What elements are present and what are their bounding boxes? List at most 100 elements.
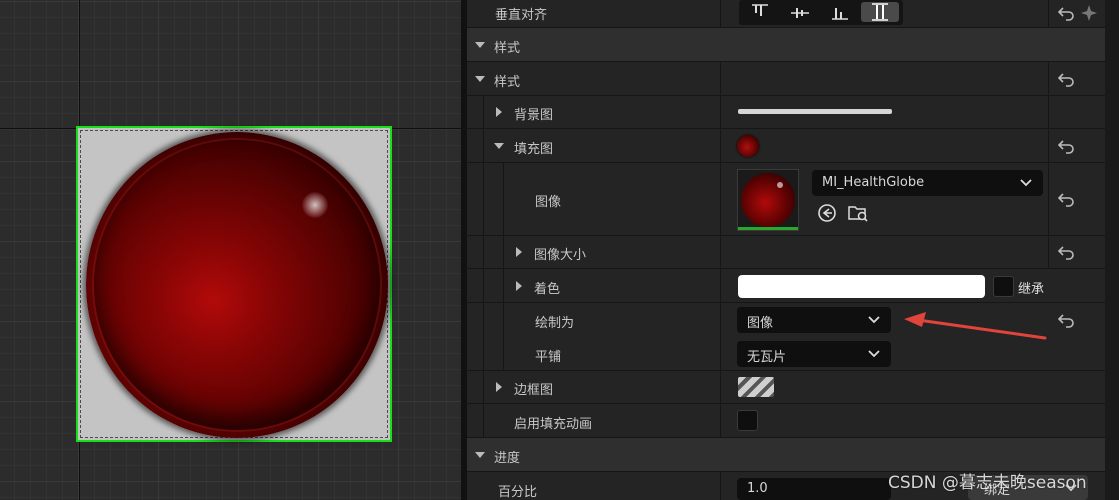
asset-type-color-bar (738, 227, 798, 230)
reset-to-default-icon[interactable] (1058, 71, 1076, 87)
reset-to-default-icon[interactable] (1058, 244, 1076, 260)
row-name-cell: 图像 (467, 163, 721, 235)
vertical-align-button-group (739, 0, 903, 25)
tiling-value: 无瓦片 (747, 350, 787, 365)
category-style-header[interactable]: 样式 (467, 28, 1105, 62)
fill-image-thumbnail[interactable] (737, 135, 759, 157)
progress-category-label: 进度 (494, 451, 521, 466)
selected-progress-widget[interactable] (76, 126, 392, 442)
tint-color-swatch[interactable] (738, 275, 985, 298)
watermark-text: CSDN @暮志未晚season (888, 473, 1087, 493)
row-name-cell[interactable]: 背景图 (467, 96, 721, 128)
row-name-cell: 百分比 (467, 472, 721, 500)
indent-guide (503, 236, 504, 268)
thumbnail-globe (741, 173, 795, 227)
image-asset-thumbnail[interactable] (737, 169, 799, 231)
browse-asset-icon[interactable] (847, 202, 869, 224)
reset-to-default-icon[interactable] (1058, 138, 1076, 154)
row-name-cell: 平铺 (467, 337, 721, 370)
draw-as-label: 绘制为 (535, 316, 575, 331)
row-style: 样式 (467, 62, 1105, 96)
health-globe-image (86, 132, 388, 438)
reset-to-default-icon[interactable] (1058, 191, 1076, 207)
pin-property-icon[interactable] (1079, 3, 1099, 23)
indent-guide (483, 163, 484, 235)
category-progress-header[interactable]: 进度 (467, 438, 1105, 472)
expand-arrow-icon[interactable] (496, 382, 502, 392)
indent-guide (483, 337, 484, 370)
align-bottom-button[interactable] (821, 2, 859, 22)
indent-guide (503, 337, 504, 370)
enable-fill-animation-label: 启用填充动画 (514, 417, 593, 432)
row-value-cell: MI_HealthGlobe (722, 163, 1049, 235)
row-value-cell (722, 96, 1049, 128)
expand-arrow-icon[interactable] (494, 143, 504, 149)
indent-guide (483, 96, 484, 128)
indent-guide (483, 269, 484, 302)
align-fill-button[interactable] (861, 2, 899, 22)
fill-image-label: 填充图 (514, 142, 554, 157)
draw-as-value: 图像 (747, 316, 774, 331)
align-fill-icon (872, 3, 888, 21)
row-name-cell[interactable]: 边框图 (467, 371, 721, 403)
chevron-down-icon (868, 350, 880, 358)
align-top-button[interactable] (741, 2, 779, 22)
draw-as-dropdown[interactable]: 图像 (737, 307, 891, 333)
row-enable-fill-animation: 启用填充动画 (467, 404, 1105, 438)
background-image-preview[interactable] (738, 109, 892, 114)
border-image-label: 边框图 (514, 383, 554, 398)
indent-guide (483, 236, 484, 268)
row-fill-image: 填充图 (467, 129, 1105, 163)
expand-arrow-icon[interactable] (516, 281, 522, 291)
row-reset-cell (1049, 236, 1105, 268)
designer-viewport[interactable] (0, 0, 461, 500)
row-reset-cell (1049, 0, 1105, 27)
row-value-cell (722, 129, 1049, 162)
align-center-icon (791, 8, 809, 18)
row-reset-cell (1049, 62, 1105, 95)
row-name-cell[interactable]: 填充图 (467, 129, 721, 162)
row-background-image: 背景图 (467, 96, 1105, 129)
expand-arrow-icon[interactable] (475, 76, 485, 82)
reset-to-default-icon[interactable] (1058, 312, 1076, 328)
tint-label: 着色 (534, 282, 561, 297)
details-panel: 垂直对齐 样式 样式 背景图 填充图 图像 MI_HealthGlobe 图像大… (467, 0, 1105, 500)
row-reset-cell (1049, 163, 1105, 235)
row-tiling: 平铺 无瓦片 (467, 337, 1105, 371)
background-image-label: 背景图 (514, 108, 554, 123)
row-name-cell: 垂直对齐 (467, 0, 721, 27)
row-vertical-align: 垂直对齐 (467, 0, 1105, 28)
thumbnail-highlight (777, 182, 783, 188)
row-border-image: 边框图 (467, 371, 1105, 404)
indent-guide (503, 303, 504, 337)
chevron-down-icon (868, 316, 880, 324)
expand-arrow-icon[interactable] (516, 247, 522, 257)
percent-input[interactable]: 1.0 (737, 478, 891, 500)
row-image-size: 图像大小 (467, 236, 1105, 269)
expand-arrow-icon (475, 452, 485, 458)
row-value-cell (722, 371, 1105, 403)
image-asset-name: MI_HealthGlobe (822, 175, 925, 190)
indent-guide (483, 404, 484, 437)
row-name-cell[interactable]: 样式 (467, 62, 721, 95)
indent-guide (483, 371, 484, 403)
row-name-cell[interactable]: 着色 (467, 269, 721, 302)
row-name-cell[interactable]: 图像大小 (467, 236, 721, 268)
row-reset-cell (1049, 129, 1105, 162)
expand-arrow-icon[interactable] (496, 107, 502, 117)
row-value-cell (722, 0, 1049, 27)
row-name-cell: 启用填充动画 (467, 404, 721, 437)
inherit-checkbox[interactable] (993, 276, 1014, 297)
align-bottom-icon (832, 8, 848, 20)
image-asset-picker[interactable]: MI_HealthGlobe (812, 170, 1043, 196)
reset-to-default-icon[interactable] (1058, 5, 1076, 21)
row-reset-cell (1049, 303, 1105, 337)
enable-fill-animation-checkbox[interactable] (737, 410, 758, 431)
border-image-preview[interactable] (738, 377, 774, 397)
align-center-button[interactable] (781, 2, 819, 22)
tiling-dropdown[interactable]: 无瓦片 (737, 341, 891, 367)
row-tint: 着色 继承 (467, 269, 1105, 303)
use-selected-asset-icon[interactable] (817, 203, 837, 223)
row-name-cell: 绘制为 (467, 303, 721, 337)
details-scrollbar[interactable] (1105, 0, 1119, 500)
